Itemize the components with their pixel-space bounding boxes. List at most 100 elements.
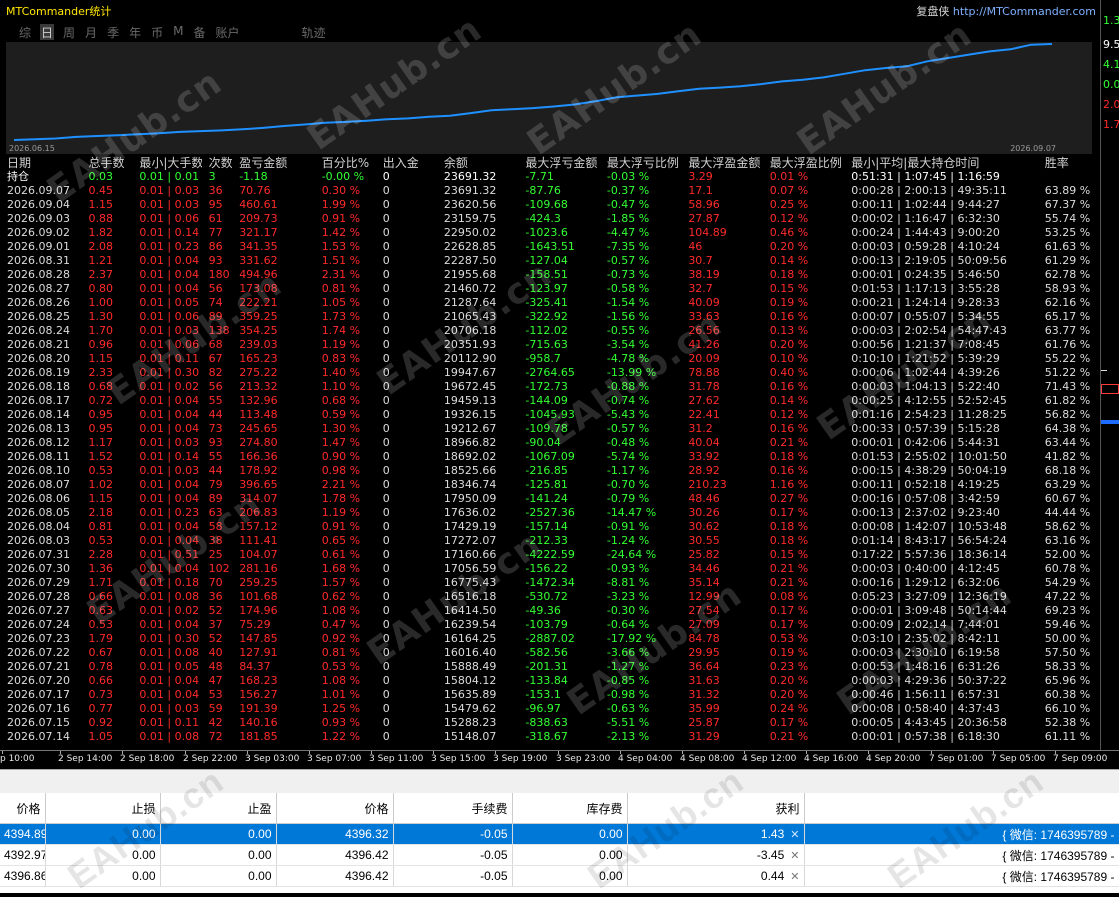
table-cell: 67.37 %	[1044, 198, 1091, 211]
table-row[interactable]: 2026.08.18 0.68 0.01 | 0.02 56 213.32 1.10 % 0…	[0, 380, 1100, 394]
table-cell: 0.01 | 0.02	[139, 380, 200, 393]
tab-9[interactable]: 账户	[214, 24, 240, 40]
order-row[interactable]: 4394.89 0.00 0.00 4396.32 -0.05 0.00 1.43 ✕{ 微信…	[0, 823, 1119, 845]
tab-10[interactable]: 轨迹	[301, 24, 327, 40]
table-cell: 1.99 %	[321, 198, 361, 211]
table-cell: 63.44 %	[1044, 436, 1091, 449]
tab-3[interactable]: 月	[84, 24, 98, 40]
table-row[interactable]: 2026.09.04 1.15 0.01 | 0.03 95 460.61 1.99 % 0…	[0, 198, 1100, 212]
table-cell: 30.7	[688, 254, 713, 267]
orders-header-4[interactable]: 手续费	[393, 793, 513, 824]
table-row[interactable]: 2026.08.11 1.52 0.01 | 0.14 55 166.36 0.90 % 0…	[0, 450, 1100, 464]
tab-6[interactable]: 币	[150, 24, 164, 40]
table-row[interactable]: 2026.09.07 0.45 0.01 | 0.03 36 70.76 0.30 % 0 2…	[0, 184, 1100, 198]
table-cell: -1.54 %	[606, 296, 650, 309]
orders-header-7[interactable]	[804, 793, 1119, 824]
table-row[interactable]: 2026.09.02 1.82 0.01 | 0.14 77 321.17 1.42 % 0…	[0, 226, 1100, 240]
orders-header-2[interactable]: 止盈	[160, 793, 277, 824]
table-row[interactable]: 2026.07.31 2.28 0.01 | 0.51 25 104.07 0.61 % 0…	[0, 548, 1100, 562]
table-row[interactable]: 2026.08.13 0.95 0.01 | 0.04 73 245.65 1.30 % 0…	[0, 422, 1100, 436]
time-axis[interactable]: p 10:00 2 Sep 14:00 2 Sep 18:00 2 Sep 22:00…	[0, 750, 1119, 769]
table-row[interactable]: 2026.07.23 1.79 0.01 | 0.30 52 147.85 0.92 % 0…	[0, 632, 1100, 646]
table-row[interactable]: 2026.07.29 1.71 0.01 | 0.18 70 259.25 1.57 % 0…	[0, 576, 1100, 590]
table-cell: -1.85 %	[606, 212, 650, 225]
price-axis[interactable]: 1.3 9.5 4.1 0.0 2.0 1.7	[1100, 0, 1119, 750]
tab-4[interactable]: 季	[106, 24, 120, 40]
table-cell: 191.39	[239, 702, 278, 715]
order-row[interactable]: 4396.86 0.00 0.00 4396.42 -0.05 0.00 0.44 ✕{ 微信…	[0, 865, 1119, 887]
table-cell: 15479.62	[443, 702, 497, 715]
table-cell: 0	[382, 534, 390, 547]
table-row[interactable]: 2026.08.10 0.53 0.01 | 0.03 44 178.92 0.98 % 0…	[0, 464, 1100, 478]
table-cell: 2026.08.03	[7, 534, 70, 547]
table-row[interactable]: 2026.08.19 2.33 0.01 | 0.30 82 275.22 1.40 % 0…	[0, 366, 1100, 380]
indicator-title: MTCommander统计	[6, 5, 112, 18]
price-axis-label: 9.5	[1103, 38, 1119, 51]
table-cell: 0.95	[88, 422, 113, 435]
table-row[interactable]: 2026.07.21 0.78 0.01 | 0.05 48 84.37 0.53 % 0 1…	[0, 660, 1100, 674]
brand-url[interactable]: http://MTCommander.com	[953, 5, 1096, 18]
table-cell: 0	[382, 492, 390, 505]
table-cell: 18966.82	[443, 436, 497, 449]
table-row[interactable]: 2026.07.14 1.05 0.01 | 0.08 72 181.85 1.22 % 0…	[0, 730, 1100, 744]
tab-2[interactable]: 周	[62, 24, 76, 40]
table-row[interactable]: 2026.07.22 0.67 0.01 | 0.08 40 127.91 0.81 % 0…	[0, 646, 1100, 660]
table-cell: 209.73	[239, 212, 278, 225]
orders-header-6[interactable]: 获利	[627, 793, 805, 824]
table-row[interactable]: 2026.08.05 2.18 0.01 | 0.23 63 206.83 1.19 % 0…	[0, 506, 1100, 520]
table-cell: -109.68	[525, 198, 568, 211]
table-row[interactable]: 2026.09.03 0.88 0.01 | 0.06 61 209.73 0.91 % 0…	[0, 212, 1100, 226]
close-order-icon[interactable]: ✕	[790, 870, 799, 883]
panel-splitter[interactable]	[0, 769, 1119, 793]
table-row[interactable]: 2026.08.28 2.37 0.01 | 0.04 180 494.96 2.31 %…	[0, 268, 1100, 282]
table-row[interactable]: 2026.08.03 0.53 0.01 | 0.04 38 111.41 0.65 % 0…	[0, 534, 1100, 548]
table-cell: 0:10:10 | 1:21:52 | 5:39:29	[851, 352, 1000, 365]
tab-0[interactable]: 综	[18, 24, 32, 40]
orders-header-3[interactable]: 价格	[276, 793, 394, 824]
table-row[interactable]: 2026.09.01 2.08 0.01 | 0.23 86 341.35 1.53 % 0…	[0, 240, 1100, 254]
orders-header-5[interactable]: 库存费	[512, 793, 628, 824]
table-row[interactable]: 2026.08.21 0.96 0.01 | 0.06 68 239.03 1.19 % 0…	[0, 338, 1100, 352]
table-cell: 2.18	[88, 506, 113, 519]
table-row[interactable]: 2026.07.24 0.53 0.01 | 0.04 37 75.29 0.47 % 0 1…	[0, 618, 1100, 632]
table-row[interactable]: 2026.07.16 0.77 0.01 | 0.03 59 191.39 1.25 % 0…	[0, 702, 1100, 716]
table-row[interactable]: 2026.08.20 1.15 0.01 | 0.11 67 165.23 0.83 % 0…	[0, 352, 1100, 366]
table-row[interactable]: 2026.07.20 0.66 0.01 | 0.04 47 168.23 1.08 % 0…	[0, 674, 1100, 688]
tab-5[interactable]: 年	[128, 24, 142, 40]
table-row[interactable]: 2026.08.31 1.21 0.01 | 0.04 93 331.62 1.51 % 0…	[0, 254, 1100, 268]
table-row[interactable]: 2026.08.06 1.15 0.01 | 0.04 89 314.07 1.78 % 0…	[0, 492, 1100, 506]
table-row[interactable]: 2026.08.07 1.02 0.01 | 0.04 79 396.65 2.21 % 0…	[0, 478, 1100, 492]
table-cell: 1.79	[88, 632, 113, 645]
tab-1[interactable]: 日	[40, 24, 55, 40]
table-row[interactable]: 2026.07.15 0.92 0.01 | 0.11 42 140.16 0.93 % 0…	[0, 716, 1100, 730]
table-cell: 36	[208, 184, 223, 197]
table-row[interactable]: 2026.08.26 1.00 0.01 | 0.05 74 222.21 1.05 % 0…	[0, 296, 1100, 310]
chart-window[interactable]: MTCommander统计 复盘侠 http://MTCommander.com…	[0, 0, 1100, 750]
table-cell: 29.95	[688, 646, 720, 659]
orders-header-1[interactable]: 止损	[45, 793, 161, 824]
table-row[interactable]: 2026.08.24 1.70 0.01 | 0.03 138 354.25 1.74 %…	[0, 324, 1100, 338]
tab-7[interactable]: M	[172, 24, 184, 40]
table-row[interactable]: 2026.08.12 1.17 0.01 | 0.03 93 274.80 1.47 % 0…	[0, 436, 1100, 450]
table-row[interactable]: 2026.08.27 0.80 0.01 | 0.04 56 173.08 0.81 % 0…	[0, 282, 1100, 296]
table-row[interactable]: 2026.07.30 1.36 0.01 | 0.04 102 281.16 1.68 %…	[0, 562, 1100, 576]
table-row[interactable]: 2026.08.14 0.95 0.01 | 0.04 44 113.48 0.59 % 0…	[0, 408, 1100, 422]
table-cell: 89	[208, 492, 223, 505]
table-row[interactable]: 2026.07.17 0.73 0.01 | 0.04 53 156.27 1.01 % 0…	[0, 688, 1100, 702]
table-cell: -530.72	[525, 590, 568, 603]
close-order-icon[interactable]: ✕	[790, 849, 799, 862]
tab-8[interactable]: 备	[192, 24, 206, 40]
table-row[interactable]: 2026.07.28 0.66 0.01 | 0.08 36 101.68 0.62 % 0…	[0, 590, 1100, 604]
table-row[interactable]: 2026.08.25 1.30 0.01 | 0.06 89 359.25 1.73 % 0…	[0, 310, 1100, 324]
table-cell: 354.25	[239, 324, 278, 337]
close-order-icon[interactable]: ✕	[790, 828, 799, 841]
table-cell: -1472.34	[525, 576, 575, 589]
table-row[interactable]: 2026.07.27 0.63 0.01 | 0.02 52 174.96 1.08 % 0…	[0, 604, 1100, 618]
order-row[interactable]: 4392.97 0.00 0.00 4396.42 -0.05 0.00 -3.45 ✕{ 微…	[0, 844, 1119, 866]
table-row[interactable]: 2026.08.04 0.81 0.01 | 0.04 58 157.12 0.91 % 0…	[0, 520, 1100, 534]
table-cell: 52	[208, 604, 223, 617]
orders-header-0[interactable]: 价格	[0, 793, 46, 824]
table-row[interactable]: 2026.08.17 0.72 0.01 | 0.04 55 132.96 0.68 % 0…	[0, 394, 1100, 408]
table-cell: 0.01 | 0.06	[139, 338, 200, 351]
table-cell: 1.22 %	[321, 730, 361, 743]
